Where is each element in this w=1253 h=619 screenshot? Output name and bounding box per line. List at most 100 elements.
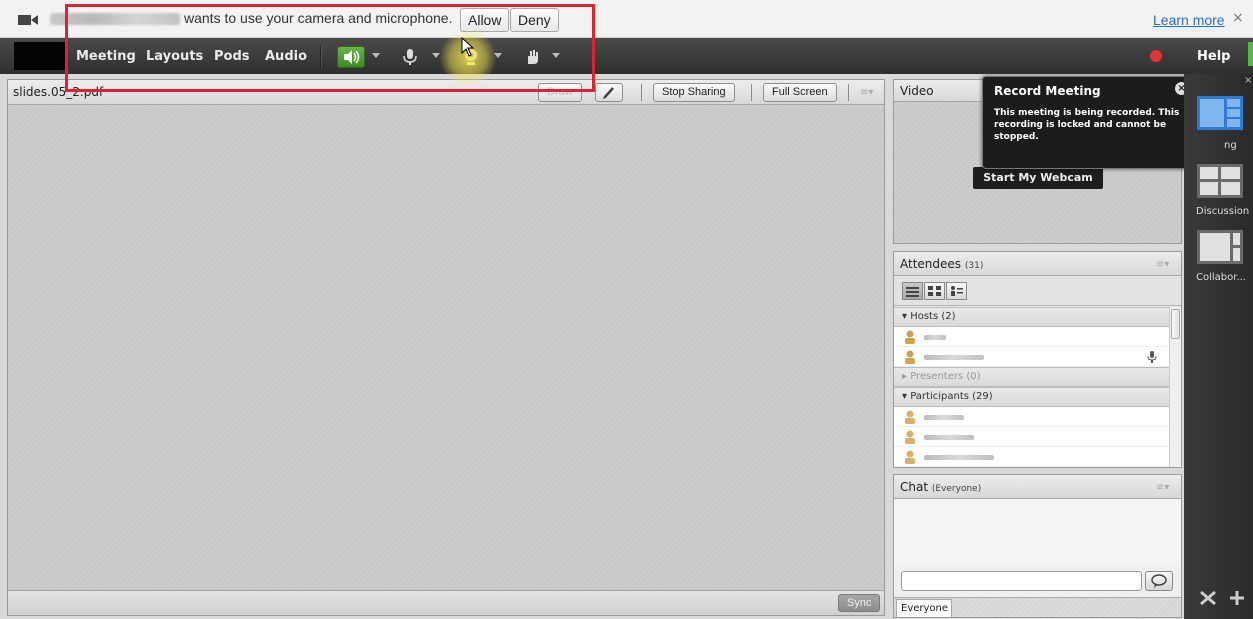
chat-tab-bar: Everyone bbox=[894, 597, 1181, 617]
group-label: Hosts (2) bbox=[910, 311, 956, 322]
chat-pod-header: Chat (Everyone) ≡▾ bbox=[894, 475, 1181, 499]
meeting-window: wants to use your camera and microphone.… bbox=[0, 0, 1253, 619]
share-pod-title: slides.05_2.pdf bbox=[13, 85, 104, 99]
chat-pod: Chat (Everyone) ≡▾ Everyone bbox=[893, 474, 1182, 618]
logo bbox=[14, 42, 66, 70]
allow-button[interactable]: Allow bbox=[460, 8, 510, 32]
layout-label-discussion[interactable]: Discussion bbox=[1196, 206, 1249, 217]
draw-button[interactable]: Draw bbox=[538, 83, 582, 102]
close-layouts-icon[interactable]: × bbox=[1244, 75, 1252, 86]
deny-button[interactable]: Deny bbox=[510, 8, 559, 32]
microphone-icon bbox=[1147, 351, 1157, 363]
mouse-cursor-icon bbox=[461, 37, 475, 57]
blurred-name bbox=[924, 415, 964, 420]
group-label: Participants (29) bbox=[910, 391, 993, 402]
scrollbar-thumb[interactable] bbox=[1171, 309, 1180, 339]
tools-icon[interactable] bbox=[1198, 589, 1218, 607]
group-participants[interactable]: ▾ Participants (29) bbox=[894, 387, 1169, 407]
list-item[interactable] bbox=[894, 327, 1169, 347]
speaker-button[interactable] bbox=[337, 46, 365, 68]
list-item[interactable] bbox=[894, 347, 1169, 367]
group-label: Presenters (0) bbox=[910, 371, 981, 382]
share-pod: slides.05_2.pdf Draw Stop Sharing Full S… bbox=[7, 79, 885, 616]
microphone-icon[interactable] bbox=[400, 47, 420, 67]
chat-title-group: Chat (Everyone) bbox=[900, 480, 981, 494]
menu-pods[interactable]: Pods bbox=[214, 49, 250, 64]
host-user-icon bbox=[905, 330, 915, 344]
record-indicator[interactable] bbox=[1150, 50, 1162, 62]
blurred-name bbox=[924, 435, 974, 440]
record-meeting-tooltip: Record Meeting × This meeting is being r… bbox=[982, 76, 1195, 169]
sync-button[interactable]: Sync bbox=[838, 594, 881, 612]
raise-hand-dropdown[interactable] bbox=[552, 53, 560, 58]
attendee-view-toolbar bbox=[894, 276, 1181, 306]
speech-bubble-icon bbox=[1151, 574, 1167, 588]
stop-sharing-button[interactable]: Stop Sharing bbox=[653, 83, 735, 102]
pencil-button[interactable] bbox=[595, 83, 623, 102]
share-pod-footer: Sync bbox=[8, 590, 884, 615]
header-separator bbox=[641, 84, 642, 101]
layout-label-sharing[interactable]: ng bbox=[1224, 140, 1237, 151]
list-item[interactable] bbox=[894, 407, 1169, 427]
add-layout-icon[interactable] bbox=[1228, 589, 1246, 607]
menu-audio[interactable]: Audio bbox=[265, 49, 307, 64]
list-view-icon bbox=[906, 287, 919, 297]
list-view-button[interactable] bbox=[902, 282, 923, 300]
group-hosts[interactable]: ▾ Hosts (2) bbox=[894, 307, 1169, 327]
discussion-layout-thumbnail[interactable] bbox=[1197, 164, 1243, 198]
collaboration-layout-thumbnail[interactable] bbox=[1197, 230, 1243, 264]
grid-view-icon bbox=[928, 286, 941, 296]
video-pod-title: Video bbox=[900, 84, 934, 98]
pod-options-icon[interactable]: ≡▾ bbox=[860, 87, 873, 98]
share-pod-header: slides.05_2.pdf Draw Stop Sharing Full S… bbox=[8, 80, 884, 105]
attendee-scrollbar[interactable] bbox=[1169, 307, 1181, 467]
layout-label-collaboration[interactable]: Collabor... bbox=[1196, 272, 1246, 283]
menu-layouts[interactable]: Layouts bbox=[146, 49, 203, 64]
speaker-dropdown[interactable] bbox=[372, 53, 380, 58]
close-icon[interactable]: × bbox=[1232, 10, 1244, 26]
sharing-layout-thumbnail[interactable] bbox=[1197, 96, 1243, 130]
tooltip-title: Record Meeting bbox=[994, 84, 1101, 98]
header-separator bbox=[751, 84, 752, 101]
status-view-button[interactable] bbox=[924, 282, 945, 300]
menu-meeting[interactable]: Meeting bbox=[76, 49, 136, 64]
status-indicator bbox=[1248, 42, 1253, 66]
attendees-pod: Attendees (31) ≡▾ ▾ Hosts (2) ▸ Presente… bbox=[893, 251, 1182, 468]
shared-document-area[interactable] bbox=[8, 106, 884, 590]
send-button[interactable] bbox=[1145, 571, 1173, 591]
learn-more-link[interactable]: Learn more bbox=[1153, 12, 1225, 28]
tab-everyone[interactable]: Everyone bbox=[896, 599, 952, 617]
chat-input[interactable] bbox=[901, 571, 1142, 591]
pod-options-icon[interactable]: ≡▾ bbox=[1156, 482, 1169, 493]
blurred-name bbox=[924, 335, 946, 340]
full-screen-button[interactable]: Full Screen bbox=[763, 83, 837, 102]
blurred-site-name bbox=[50, 13, 180, 25]
host-user-icon bbox=[905, 350, 915, 364]
list-item[interactable] bbox=[894, 447, 1169, 467]
chat-messages bbox=[894, 499, 1181, 567]
pod-options-icon[interactable]: ≡▾ bbox=[1156, 259, 1169, 270]
permission-message: wants to use your camera and microphone. bbox=[184, 10, 453, 26]
sort-view-button[interactable] bbox=[946, 282, 967, 300]
user-icon bbox=[905, 450, 915, 464]
camera-icon bbox=[18, 15, 38, 25]
permission-bar: wants to use your camera and microphone.… bbox=[0, 0, 1253, 38]
user-icon bbox=[905, 430, 915, 444]
microphone-dropdown[interactable] bbox=[432, 53, 440, 58]
toolbar-separator bbox=[320, 46, 321, 68]
raise-hand-icon[interactable] bbox=[522, 47, 542, 67]
pencil-icon bbox=[603, 87, 614, 99]
layouts-bar: ng Discussion Collabor... bbox=[1184, 74, 1253, 619]
group-presenters[interactable]: ▸ Presenters (0) bbox=[894, 367, 1169, 387]
blurred-name bbox=[924, 455, 994, 460]
attendees-pod-header: Attendees (31) ≡▾ bbox=[894, 252, 1181, 276]
help-menu[interactable]: Help bbox=[1197, 49, 1230, 64]
attendees-title: Attendees bbox=[900, 257, 962, 271]
attendee-count: (31) bbox=[964, 261, 984, 271]
speaker-icon bbox=[344, 50, 360, 64]
header-separator bbox=[848, 84, 849, 101]
start-webcam-button[interactable]: Start My Webcam bbox=[973, 167, 1103, 189]
attendees-title-group: Attendees (31) bbox=[900, 257, 983, 271]
tooltip-text: This meeting is being recorded. This rec… bbox=[994, 108, 1180, 142]
list-item[interactable] bbox=[894, 427, 1169, 447]
